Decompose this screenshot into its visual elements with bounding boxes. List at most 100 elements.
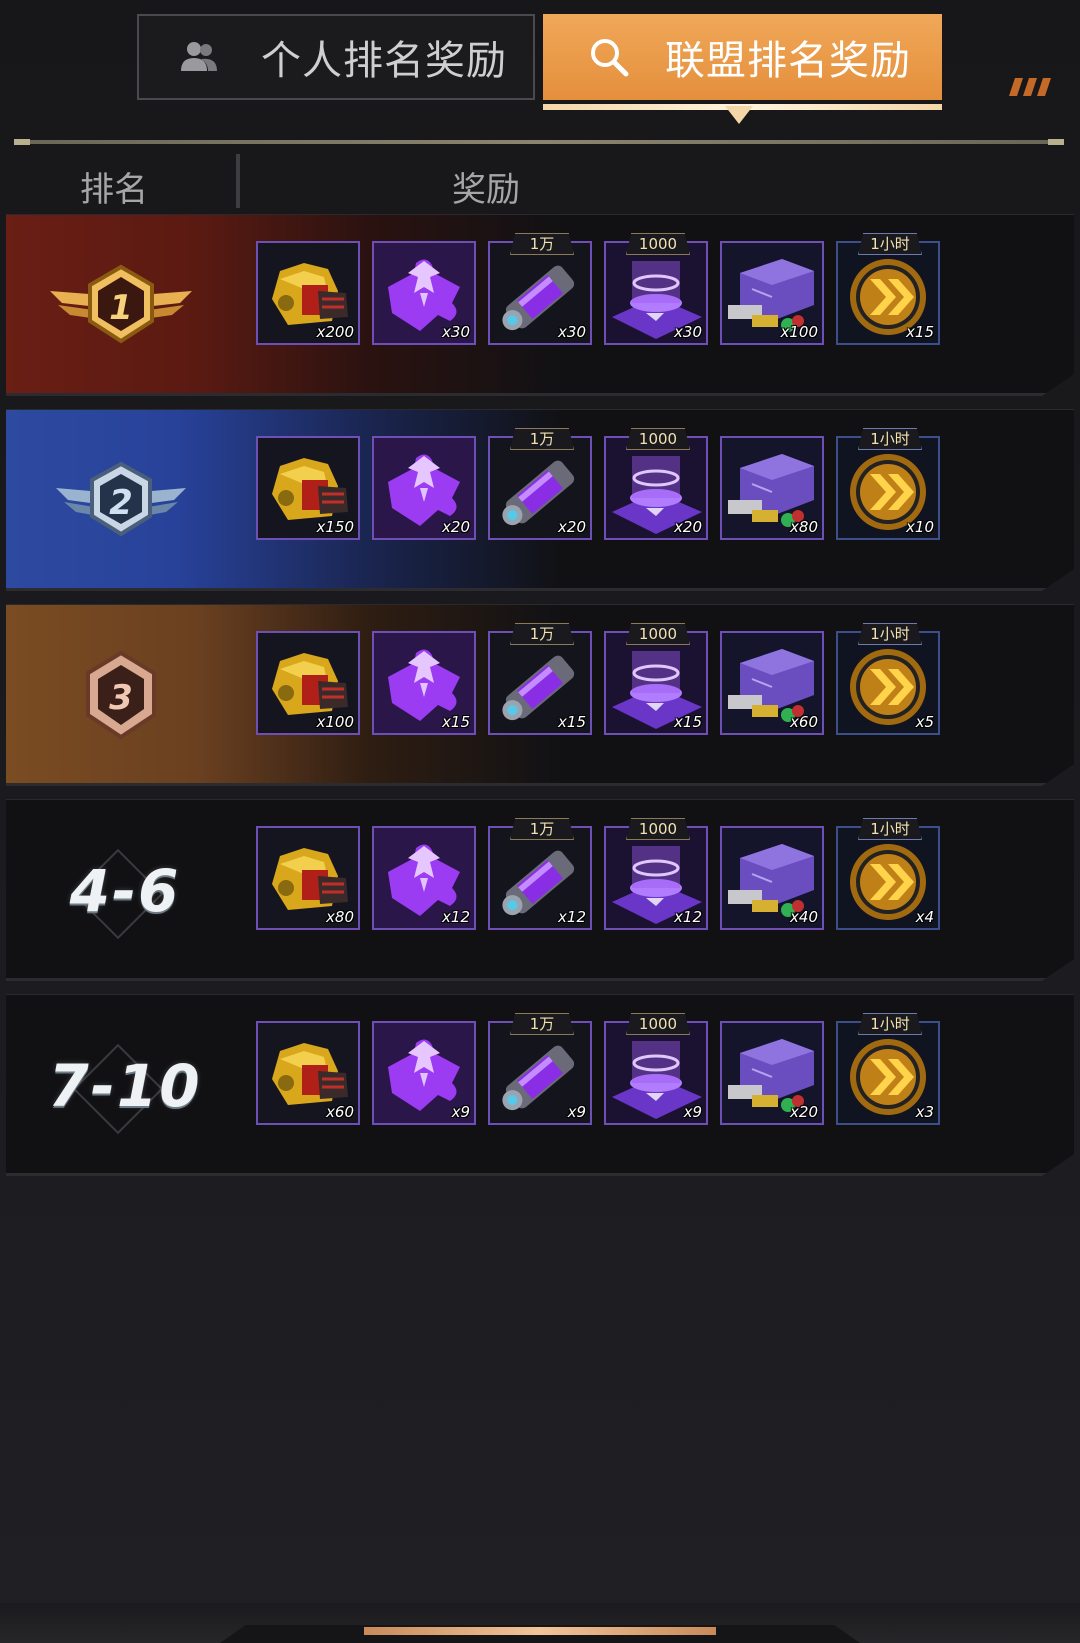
section-divider xyxy=(14,139,1064,145)
reward-item[interactable]: x9 xyxy=(372,1021,476,1125)
reward-tag: 1000 xyxy=(626,623,690,645)
column-header-reward: 奖励 xyxy=(452,170,520,210)
rank-number: 1 xyxy=(109,288,133,328)
reward-tag: 1000 xyxy=(626,818,690,840)
reward-item[interactable]: x40 xyxy=(720,826,824,930)
tab-alliance-rank-rewards[interactable]: 联盟排名奖励 xyxy=(543,14,942,100)
column-separator xyxy=(236,154,240,208)
reward-quantity: x80 xyxy=(790,518,818,536)
reward-item[interactable]: 1小时 x4 xyxy=(836,818,940,930)
reward-item[interactable]: 1000 x9 xyxy=(604,1013,708,1125)
reward-quantity: x5 xyxy=(915,713,934,731)
tab-bar: 个人排名奖励 联盟排名奖励 xyxy=(137,14,1051,124)
reward-item[interactable]: 1小时 x10 xyxy=(836,428,940,540)
reward-item[interactable]: x200 xyxy=(256,241,360,345)
reward-tag: 1小时 xyxy=(858,233,922,255)
table-header: 排名 奖励 xyxy=(0,150,1080,212)
reward-quantity: x9 xyxy=(567,1103,586,1121)
reward-item[interactable]: x15 xyxy=(372,631,476,735)
reward-tag: 1万 xyxy=(510,818,574,840)
active-tab-pointer xyxy=(725,106,753,124)
reward-item[interactable]: x150 xyxy=(256,436,360,540)
reward-tag: 1小时 xyxy=(858,623,922,645)
rank-number: 2 xyxy=(109,483,133,523)
reward-table: 1 x200 x30 1万 x30 1000 x30 x100 1小时 x15 … xyxy=(6,214,1074,1189)
reward-item[interactable]: x80 xyxy=(720,436,824,540)
reward-quantity: x20 xyxy=(442,518,470,536)
reward-quantity: x150 xyxy=(316,518,354,536)
reward-quantity: x100 xyxy=(780,323,818,341)
reward-item[interactable]: 1000 x20 xyxy=(604,428,708,540)
reward-quantity: x3 xyxy=(915,1103,934,1121)
reward-item[interactable]: 1小时 x3 xyxy=(836,1013,940,1125)
reward-quantity: x15 xyxy=(674,713,702,731)
reward-item[interactable]: x60 xyxy=(720,631,824,735)
reward-item[interactable]: x30 xyxy=(372,241,476,345)
reward-quantity: x80 xyxy=(326,908,354,926)
reward-quantity: x4 xyxy=(915,908,934,926)
reward-item[interactable]: 1小时 x15 xyxy=(836,233,940,345)
reward-quantity: x30 xyxy=(674,323,702,341)
reward-quantity: x12 xyxy=(674,908,702,926)
bottom-bar xyxy=(0,1603,1080,1643)
reward-tag: 1000 xyxy=(626,1013,690,1035)
reward-tag: 1万 xyxy=(510,1013,574,1035)
reward-quantity: x9 xyxy=(683,1103,702,1121)
gold-medal-icon: 1 xyxy=(46,255,196,355)
reward-item[interactable]: x20 xyxy=(720,1021,824,1125)
reward-quantity: x100 xyxy=(316,713,354,731)
reward-quantity: x15 xyxy=(906,323,934,341)
reward-item[interactable]: 1万 x9 xyxy=(488,1013,592,1125)
reward-row-4: 7-10 x60 x9 1万 x9 1000 x9 x20 1小时 x3 xyxy=(6,994,1074,1176)
search-icon xyxy=(587,35,631,79)
reward-item[interactable]: 1000 x15 xyxy=(604,623,708,735)
reward-item[interactable]: x100 xyxy=(256,631,360,735)
reward-quantity: x15 xyxy=(442,713,470,731)
reward-tag: 1小时 xyxy=(858,1013,922,1035)
bronze-medal-icon: 3 xyxy=(46,645,196,745)
reward-quantity: x60 xyxy=(326,1103,354,1121)
reward-quantity: x60 xyxy=(790,713,818,731)
reward-item[interactable]: x12 xyxy=(372,826,476,930)
reward-item[interactable]: 1小时 x5 xyxy=(836,623,940,735)
reward-tag: 1万 xyxy=(510,233,574,255)
reward-tag: 1万 xyxy=(510,428,574,450)
column-header-rank: 排名 xyxy=(80,170,148,210)
reward-quantity: x40 xyxy=(790,908,818,926)
reward-row-2: 3 x100 x15 1万 x15 1000 x15 x60 1小时 x5 xyxy=(6,604,1074,786)
reward-item[interactable]: x20 xyxy=(372,436,476,540)
reward-item[interactable]: 1万 x20 xyxy=(488,428,592,540)
reward-tag: 1万 xyxy=(510,623,574,645)
reward-item[interactable]: x60 xyxy=(256,1021,360,1125)
tab-personal-rank-rewards[interactable]: 个人排名奖励 xyxy=(137,14,535,100)
reward-quantity: x20 xyxy=(674,518,702,536)
reward-item[interactable]: 1000 x30 xyxy=(604,233,708,345)
reward-item[interactable]: 1万 x30 xyxy=(488,233,592,345)
reward-quantity: x9 xyxy=(451,1103,470,1121)
reward-tag: 1小时 xyxy=(858,428,922,450)
reward-item[interactable]: x100 xyxy=(720,241,824,345)
rank-number: 3 xyxy=(109,678,133,718)
reward-item[interactable]: x80 xyxy=(256,826,360,930)
reward-quantity: x12 xyxy=(442,908,470,926)
rank-range-label: 4-6 xyxy=(69,857,181,925)
reward-row-3: 4-6 x80 x12 1万 x12 1000 x12 x40 1小时 x4 xyxy=(6,799,1074,981)
reward-row-0: 1 x200 x30 1万 x30 1000 x30 x100 1小时 x15 xyxy=(6,214,1074,396)
reward-item[interactable]: 1000 x12 xyxy=(604,818,708,930)
tab-alliance-label: 联盟排名奖励 xyxy=(665,38,911,84)
reward-quantity: x200 xyxy=(316,323,354,341)
tab-personal-label: 个人排名奖励 xyxy=(261,38,507,84)
reward-tag: 1小时 xyxy=(858,818,922,840)
reward-quantity: x10 xyxy=(906,518,934,536)
reward-quantity: x15 xyxy=(558,713,586,731)
silver-medal-icon: 2 xyxy=(46,450,196,550)
reward-quantity: x30 xyxy=(558,323,586,341)
reward-item[interactable]: 1万 x15 xyxy=(488,623,592,735)
rank-range-label: 7-10 xyxy=(48,1052,202,1120)
people-icon xyxy=(177,35,221,79)
reward-quantity: x30 xyxy=(442,323,470,341)
tab-decor-stripes xyxy=(1009,78,1051,96)
reward-tag: 1000 xyxy=(626,428,690,450)
reward-quantity: x20 xyxy=(558,518,586,536)
reward-item[interactable]: 1万 x12 xyxy=(488,818,592,930)
